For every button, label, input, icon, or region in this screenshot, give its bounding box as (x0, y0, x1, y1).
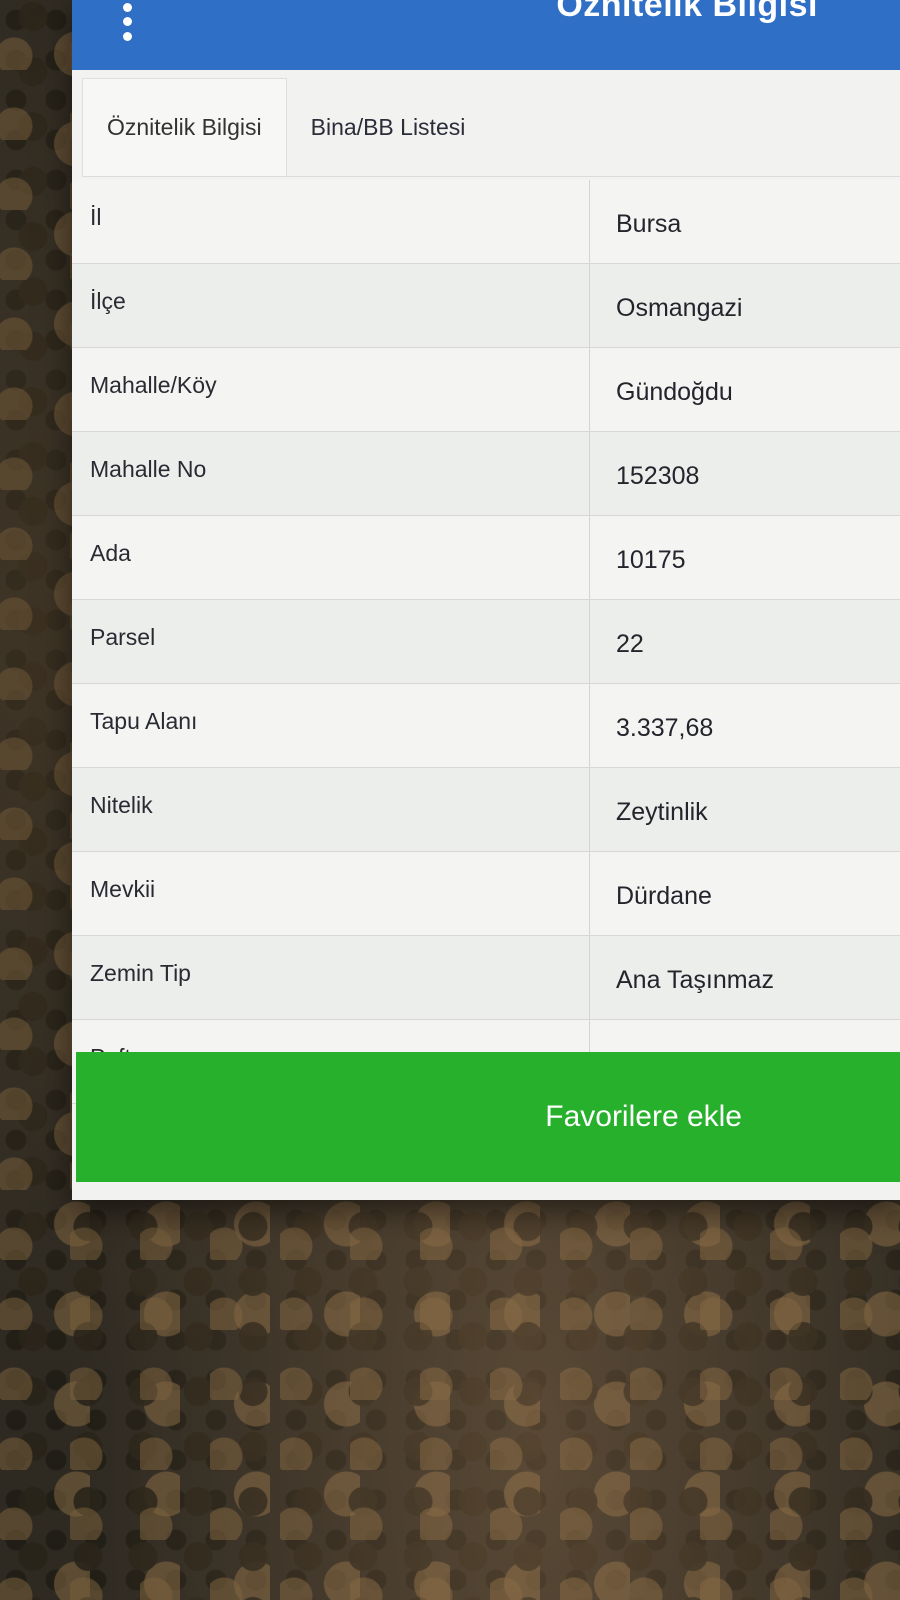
attribute-panel: Öznitelik Bilgisi Öznitelik Bilgisi Bina… (72, 0, 900, 1200)
table-row: Zemin Tip Ana Taşınmaz (72, 936, 900, 1020)
tab-attribute-info[interactable]: Öznitelik Bilgisi (82, 78, 287, 176)
table-row: Nitelik Zeytinlik (72, 768, 900, 852)
attribute-value: 152308 (616, 462, 700, 490)
attribute-label: Nitelik (72, 768, 590, 851)
attribute-label: Zemin Tip (72, 936, 590, 1019)
table-row: Parsel 22 (72, 600, 900, 684)
attribute-value: Ana Taşınmaz (616, 966, 774, 994)
table-row: İl Bursa (72, 180, 900, 264)
table-row: Mevkii Dürdane (72, 852, 900, 936)
panel-header: Öznitelik Bilgisi (72, 0, 900, 70)
attribute-label: Ada (72, 516, 590, 599)
attribute-value: 3.337,68 (616, 714, 714, 742)
tab-bar: Öznitelik Bilgisi Bina/BB Listesi (82, 78, 900, 177)
table-row: Mahalle/Köy Gündoğdu (72, 348, 900, 432)
attribute-label: Mahalle No (72, 432, 590, 515)
menu-dot (122, 2, 132, 12)
table-row: Mahalle No 152308 (72, 432, 900, 516)
attribute-value: Osmangazi (616, 294, 743, 322)
attribute-value: 22 (616, 630, 644, 658)
attribute-value: 10175 (616, 546, 686, 574)
table-row: İlçe Osmangazi (72, 264, 900, 348)
attribute-table: İl Bursa İlçe Osmangazi Mahalle/Köy Günd… (72, 180, 900, 1104)
add-to-favorites-button[interactable]: Favorilere ekle (76, 1052, 900, 1182)
table-row: Tapu Alanı 3.337,68 (72, 684, 900, 768)
table-row: Ada 10175 (72, 516, 900, 600)
attribute-label: Tapu Alanı (72, 684, 590, 767)
attribute-label: Mahalle/Köy (72, 348, 590, 431)
attribute-value: Dürdane (616, 882, 712, 910)
menu-dot (122, 17, 132, 27)
attribute-value: Gündoğdu (616, 378, 733, 406)
attribute-value: Zeytinlik (616, 798, 708, 826)
attribute-label: İlçe (72, 264, 590, 347)
attribute-label: İl (72, 180, 590, 263)
attribute-value: Bursa (616, 210, 682, 238)
kebab-menu-icon[interactable] (120, 0, 134, 44)
tab-building-list[interactable]: Bina/BB Listesi (287, 78, 490, 176)
attribute-label: Parsel (72, 600, 590, 683)
menu-dot (122, 32, 132, 42)
attribute-label: Mevkii (72, 852, 590, 935)
panel-title: Öznitelik Bilgisi (556, 0, 818, 24)
